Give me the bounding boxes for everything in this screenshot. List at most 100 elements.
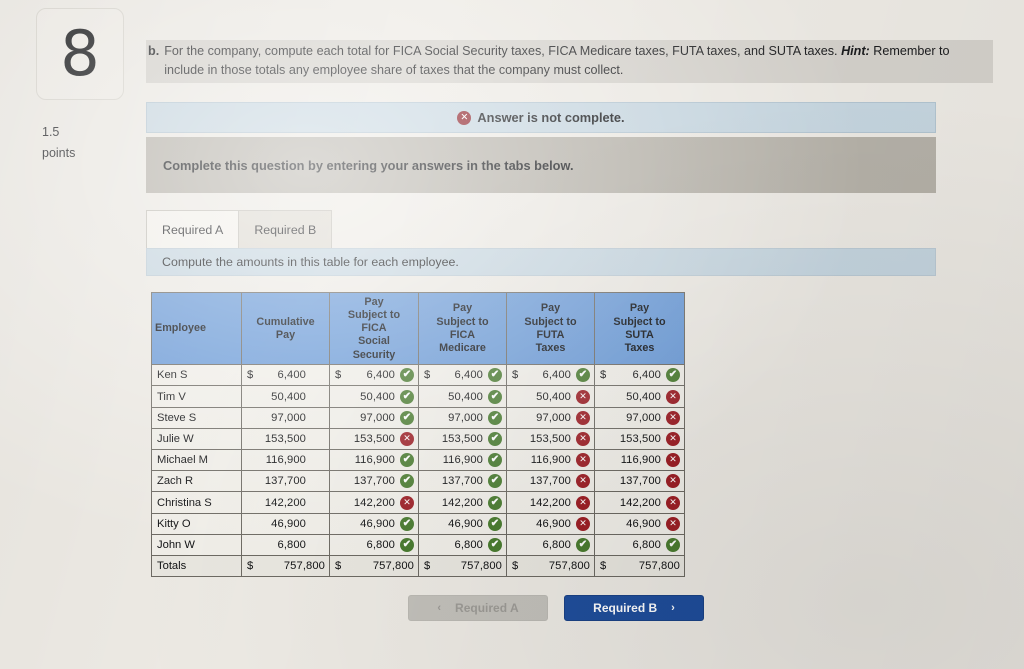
cell-suta[interactable]: 50,400 ✕ [594, 385, 685, 408]
check-circle-icon: ✔ [488, 495, 502, 510]
cell-fica-social-security[interactable]: 6,800 ✔ [329, 533, 419, 556]
cell-fica-medicare[interactable]: 116,900 ✔ [418, 449, 507, 472]
cell-futa[interactable]: 46,900 ✕ [506, 512, 595, 535]
cell-fica-social-security[interactable]: 50,400 ✔ [329, 385, 419, 408]
cell-fica-medicare[interactable]: 50,400 ✔ [418, 385, 507, 408]
cell-fica-social-security[interactable]: 97,000 ✔ [329, 406, 419, 429]
cell-suta[interactable]: 137,700 ✕ [594, 470, 685, 493]
validation-marker: ✕ [576, 453, 590, 468]
cell-fica-medicare[interactable]: 46,900 ✔ [418, 512, 507, 535]
currency-symbol: $ [247, 560, 254, 573]
currency-symbol: $ [512, 369, 519, 382]
check-circle-icon: ✔ [488, 453, 502, 468]
validation-marker: ✕ [576, 495, 590, 510]
cell-fica-medicare[interactable]: 137,700 ✔ [418, 470, 507, 493]
cell-cumulative-pay[interactable]: 50,400 [241, 385, 330, 408]
cell-employee-name: Zach R [151, 470, 242, 493]
fica-social-security-value: 97,000 [360, 411, 395, 424]
cell-fica-medicare[interactable]: $6,400 ✔ [418, 364, 507, 387]
tab-required-a[interactable]: Required A [146, 210, 240, 249]
cell-cumulative-pay[interactable]: 97,000 [241, 406, 330, 429]
fica-medicare-value: 46,900 [448, 517, 483, 530]
cell-suta[interactable]: 153,500 ✕ [594, 427, 685, 451]
h4l2: Subject to [436, 315, 489, 328]
cell-fica-medicare[interactable]: 153,500 ✔ [418, 427, 507, 451]
cell-fica-social-security: $757,800 [329, 554, 419, 578]
next-required-b-button[interactable]: Required B › [564, 595, 704, 622]
table-row: Christina S 142,200 142,200 ✕ 142,200 ✔ 142,20… [151, 491, 685, 514]
validation-marker: ✕ [666, 453, 680, 468]
check-circle-icon: ✔ [400, 389, 414, 404]
cell-suta[interactable]: 6,800 ✔ [594, 533, 685, 556]
suta-value: 6,400 [632, 369, 661, 382]
cell-futa[interactable]: 50,400 ✕ [506, 385, 595, 408]
navigation-buttons: ‹ Required A Required B › [146, 595, 936, 622]
cell-cumulative-pay[interactable]: 153,500 [241, 427, 330, 451]
question-points: 1.5 points [36, 122, 128, 163]
suta-value: 757,800 [638, 560, 680, 573]
cell-suta[interactable]: 46,900 ✕ [594, 512, 685, 535]
table-row: Julie W 153,500 153,500 ✕ 153,500 ✔ 153,500 ✕ 15… [151, 427, 685, 451]
cell-employee-name: Kitty O [151, 512, 242, 535]
cell-futa[interactable]: $6,400 ✔ [506, 364, 595, 387]
question-prompt: b. For the company, compute each total f… [146, 40, 993, 84]
cell-cumulative-pay[interactable]: 137,700 [241, 470, 330, 493]
cell-futa[interactable]: 97,000 ✕ [506, 406, 595, 429]
fica-medicare-value: 137,700 [441, 475, 483, 488]
cell-suta[interactable]: $6,400 ✔ [594, 364, 685, 387]
x-circle-icon: ✕ [666, 389, 680, 404]
cell-fica-social-security[interactable]: 153,500 ✕ [329, 427, 419, 451]
col-header-futa-taxes: Pay Subject to FUTA Taxes [506, 292, 595, 366]
cell-fica-medicare[interactable]: 97,000 ✔ [418, 406, 507, 429]
validation-marker: ✔ [400, 368, 414, 383]
validation-marker: ✔ [488, 474, 502, 489]
h3l5: Security [352, 348, 396, 361]
answer-status-text: Answer is not complete. [477, 110, 625, 126]
cell-futa[interactable]: 116,900 ✕ [506, 449, 595, 472]
currency-symbol: $ [512, 560, 519, 573]
cell-fica-medicare[interactable]: 6,800 ✔ [418, 533, 507, 556]
tab-required-a-label: Required A [162, 222, 224, 237]
cell-cumulative-pay[interactable]: $6,400 [241, 364, 330, 387]
table-row: Tim V 50,400 50,400 ✔ 50,400 ✔ 50,400 ✕ 50,400 ✕ [151, 385, 685, 408]
cell-futa[interactable]: 137,700 ✕ [506, 470, 595, 493]
cell-fica-social-security[interactable]: $6,400 ✔ [329, 364, 419, 387]
h5l4: Taxes [535, 341, 566, 354]
cell-cumulative-pay[interactable]: 116,900 [241, 449, 330, 472]
cumulative-pay-value: 153,500 [264, 432, 306, 445]
tab-required-b[interactable]: Required B [239, 210, 333, 249]
check-circle-icon: ✔ [400, 453, 414, 468]
tab-bar: Required A Required B [146, 210, 936, 249]
h3l1: Pay [364, 295, 384, 308]
fica-social-security-value: 137,700 [353, 475, 395, 488]
fica-medicare-value: 6,400 [454, 369, 483, 382]
x-circle-icon: ✕ [400, 431, 414, 446]
fica-medicare-value: 116,900 [442, 454, 483, 467]
fica-social-security-value: 6,400 [366, 369, 395, 382]
cell-futa[interactable]: 153,500 ✕ [506, 427, 595, 451]
validation-marker: ✔ [576, 368, 590, 383]
cell-employee-name: Michael M [151, 449, 242, 472]
cell-employee-name: Ken S [151, 364, 242, 387]
cell-suta[interactable]: 142,200 ✕ [594, 491, 685, 514]
cell-fica-medicare[interactable]: 142,200 ✔ [418, 491, 507, 514]
cell-fica-social-security[interactable]: 46,900 ✔ [329, 512, 419, 535]
cell-suta[interactable]: 116,900 ✕ [594, 449, 685, 472]
prev-required-a-button[interactable]: ‹ Required A [408, 595, 548, 622]
suta-value: 153,500 [619, 432, 661, 445]
cumulative-pay-value: 97,000 [271, 411, 306, 424]
cell-futa[interactable]: 142,200 ✕ [506, 491, 595, 514]
cell-futa[interactable]: 6,800 ✔ [506, 533, 595, 556]
cell-fica-social-security[interactable]: 142,200 ✕ [329, 491, 419, 514]
cell-fica-social-security[interactable]: 137,700 ✔ [329, 470, 419, 493]
col-header-fica-medicare: Pay Subject to FICA Medicare [418, 292, 507, 366]
col-header-employee: Employee [151, 292, 242, 366]
cell-futa: $757,800 [506, 554, 595, 578]
cell-suta[interactable]: 97,000 ✕ [594, 406, 685, 429]
col-header-fica-social-security: Pay Subject to FICA Social Security [329, 292, 419, 366]
cell-cumulative-pay[interactable]: 6,800 [241, 533, 330, 556]
cell-cumulative-pay[interactable]: 142,200 [241, 491, 330, 514]
cell-cumulative-pay[interactable]: 46,900 [241, 512, 330, 535]
employee-name: Michael M [157, 454, 208, 467]
cell-fica-social-security[interactable]: 116,900 ✔ [329, 449, 419, 472]
